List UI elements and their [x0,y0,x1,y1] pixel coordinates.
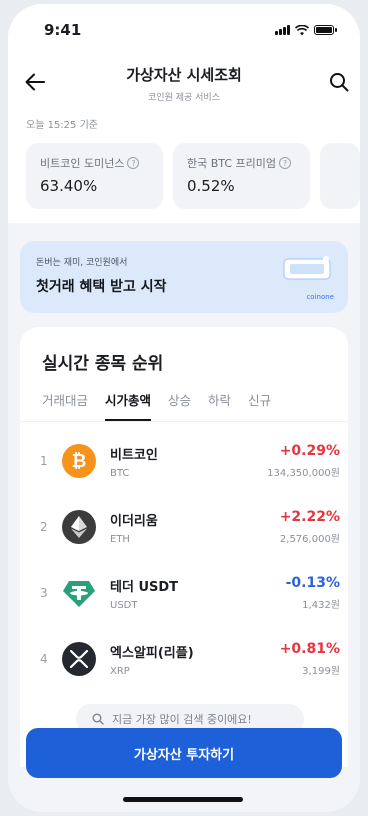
page-title: 가상자산 시세조회 [126,65,242,84]
coin-price-info: -0.13% 1,432원 [286,575,340,611]
tab-rising[interactable]: 상승 [168,390,191,421]
ticket-icon [283,256,331,280]
home-indicator [123,797,243,802]
coin-info: 엑스알피(리플) XRP [110,642,280,677]
list-item[interactable]: 2 이더리움 ETH +2.22% 2,576,000원 [20,494,348,560]
tab-market-cap[interactable]: 시가총액 [105,390,152,421]
coin-price: 2,576,000원 [279,534,340,545]
tab-falling[interactable]: 하락 [208,390,231,421]
back-button[interactable] [22,69,48,95]
price-change: +2.22% [279,509,340,525]
info-icon[interactable]: ? [127,157,140,169]
metric-card-premium[interactable]: 한국 BTC 프리미엄 ? 0.52% [173,143,310,209]
invest-button[interactable]: 가상자산 투자하기 [26,728,342,778]
price-change: +0.81% [279,641,340,657]
coin-name: 엑스알피(리플) [110,645,194,661]
ranking-list: 1 ₿ 비트코인 BTC +0.29% 134,350,000원 2 이더리움 … [20,422,348,692]
coin-info: 비트코인 BTC [110,444,267,479]
battery-icon [314,25,337,35]
ranking-title: 실시간 종목 순위 [42,354,164,374]
metric-label: 비트코인 도미넌스 ? [40,155,149,171]
rank-number: 4 [40,652,48,666]
coin-symbol: XRP [110,665,130,677]
promo-banner[interactable]: 돈버는 재미, 코인원에서 첫거래 혜택 받고 시작 coinone [20,241,348,313]
coin-price-info: +0.29% 134,350,000원 [267,443,340,479]
metric-value: 63.40% [40,177,98,195]
coin-name: 비트코인 [110,447,158,463]
metric-label-text: 비트코인 도미넌스 [40,157,125,170]
arrow-left-icon [25,73,45,91]
price-change: -0.13% [285,575,340,591]
coin-info: 이더리움 ETH [110,510,280,545]
xrp-icon [62,642,96,676]
ranking-section: 실시간 종목 순위 거래대금 시가총액 상승 하락 신규 1 ₿ 비트코인 BT… [20,327,348,767]
phone-screen: 9:41 가상자산 시세조회 코인원 제공 서비스 오늘 15:25 기준 비트… [8,4,360,812]
search-button[interactable] [326,69,352,95]
coin-symbol: BTC [110,467,130,479]
metric-label: 한국 BTC 프리미엄 ? [187,155,296,171]
trending-search-text: 지금 가장 많이 검색 중이에요! [112,713,252,726]
metric-card-dominance[interactable]: 비트코인 도미넌스 ? 63.40% [26,143,163,209]
price-change: +0.29% [279,443,340,459]
signal-icon [275,25,290,35]
rank-number: 2 [40,520,48,534]
status-time: 9:41 [44,21,82,39]
coin-info: 테더 USDT USDT [110,576,286,611]
timestamp: 오늘 15:25 기준 [26,120,98,131]
brand-logo: coinone [306,293,334,301]
list-item[interactable]: 1 ₿ 비트코인 BTC +0.29% 134,350,000원 [20,428,348,494]
coin-symbol: ETH [110,533,130,545]
coin-price-info: +0.81% 3,199원 [280,641,340,677]
search-icon [92,713,104,725]
coin-name: 테더 USDT [110,579,179,595]
rank-number: 3 [40,586,48,600]
top-section: 가상자산 시세조회 코인원 제공 서비스 오늘 15:25 기준 비트코인 도미… [8,56,360,223]
metric-card-partial[interactable] [320,143,360,209]
ethereum-icon [62,510,96,544]
list-item[interactable]: 3 테더 USDT USDT -0.13% 1,432원 [20,560,348,626]
info-icon[interactable]: ? [279,157,292,169]
page-subtitle: 코인원 제공 서비스 [148,92,220,103]
coin-price: 3,199원 [302,666,340,677]
search-icon [330,73,349,92]
status-bar: 9:41 [8,4,360,56]
metrics-row[interactable]: 비트코인 도미넌스 ? 63.40% 한국 BTC 프리미엄 ? 0.52% [8,131,360,209]
coin-symbol: USDT [110,599,138,611]
tab-volume[interactable]: 거래대금 [42,390,88,421]
coin-price: 134,350,000원 [267,468,340,479]
list-item[interactable]: 4 엑스알피(리플) XRP +0.81% 3,199원 [20,626,348,692]
tether-icon [62,576,96,610]
header: 가상자산 시세조회 코인원 제공 서비스 [8,56,360,110]
bitcoin-icon: ₿ [62,444,96,478]
coin-price: 1,432원 [302,600,340,611]
metric-label-text: 한국 BTC 프리미엄 [187,157,277,170]
metric-value: 0.52% [187,177,235,195]
coin-price-info: +2.22% 2,576,000원 [280,509,340,545]
coin-name: 이더리움 [110,513,158,529]
status-icons [275,24,337,36]
rank-number: 1 [40,454,48,468]
ranking-tabs: 거래대금 시가총액 상승 하락 신규 [20,374,348,422]
tab-new[interactable]: 신규 [248,390,271,421]
wifi-icon [295,24,309,35]
